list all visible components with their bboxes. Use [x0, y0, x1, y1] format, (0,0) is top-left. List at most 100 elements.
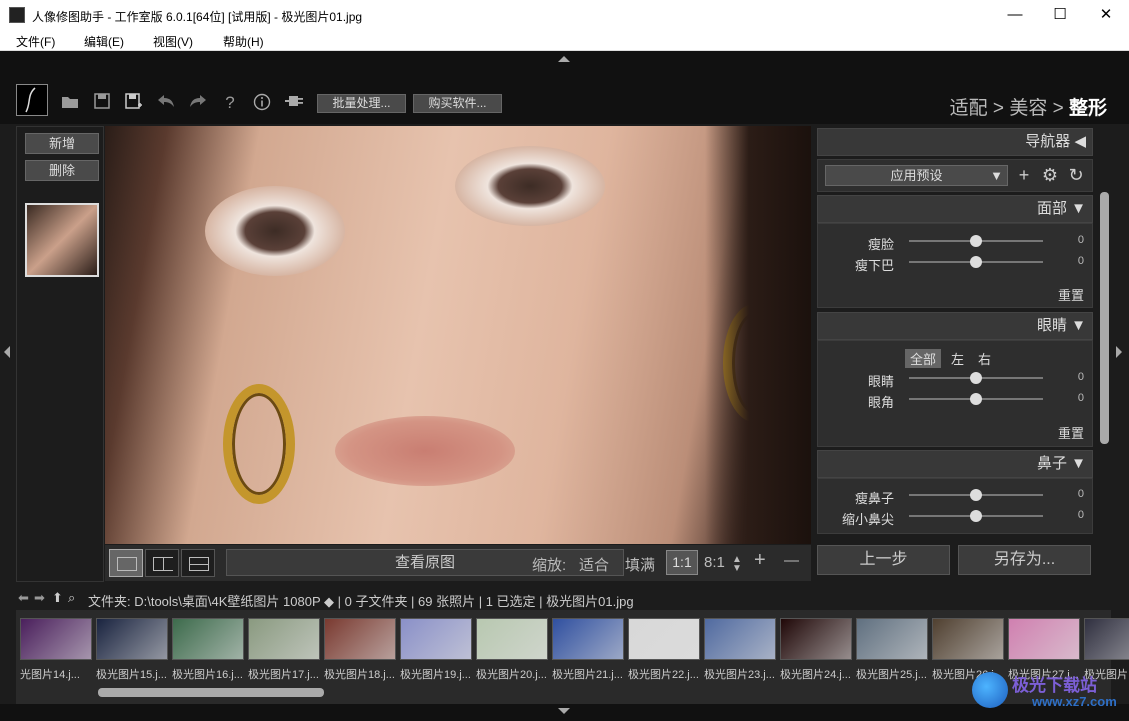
save-as-icon[interactable] [124, 93, 144, 113]
filmstrip-thumbnail[interactable] [704, 618, 776, 660]
zoom-stepper-icon[interactable]: ▲ ▼ [732, 555, 742, 574]
eyes-section-header[interactable]: 眼睛 ▼ [817, 312, 1093, 340]
slider-nose-tip[interactable] [909, 510, 1043, 522]
zoom-in-button[interactable]: + [754, 549, 766, 572]
info-icon[interactable] [252, 93, 272, 113]
filmstrip-thumbnail[interactable] [476, 618, 548, 660]
slider-knob[interactable] [970, 372, 982, 384]
filmstrip-item[interactable]: 极光图片17.j... [248, 618, 320, 684]
slider-knob[interactable] [970, 235, 982, 247]
minimize-button[interactable]: — [992, 0, 1038, 30]
top-collapse-strip[interactable] [0, 51, 1129, 69]
menu-file[interactable]: 文件(F) [16, 33, 55, 50]
zoom-fit-button[interactable]: 适合 [579, 554, 609, 575]
step-reshape[interactable]: 整形 [1069, 98, 1107, 119]
delete-button[interactable]: 删除 [25, 160, 99, 181]
step-fit[interactable]: 适配 [950, 98, 988, 119]
collapse-down-icon[interactable] [558, 708, 570, 714]
zoom-8-1-button[interactable]: 8:1 [704, 554, 725, 571]
photo-canvas[interactable] [105, 126, 811, 544]
filmstrip-thumbnail[interactable] [324, 618, 396, 660]
save-icon[interactable] [92, 93, 112, 113]
plugin-icon[interactable] [284, 93, 304, 113]
preset-dropdown[interactable]: 应用预设 ▼ [825, 165, 1008, 186]
filmstrip-thumbnail[interactable] [1008, 618, 1080, 660]
slider-eyes[interactable] [909, 372, 1043, 384]
back-icon[interactable]: ⬅ [18, 590, 29, 606]
redo-icon[interactable] [188, 93, 208, 113]
step-beauty[interactable]: 美容 [1009, 98, 1047, 119]
help-icon[interactable]: ? [220, 93, 240, 113]
panel-scrollbar[interactable] [1100, 192, 1109, 444]
bottom-collapse-strip[interactable] [0, 704, 1129, 721]
menu-view[interactable]: 视图(V) [153, 33, 193, 50]
refresh-icon[interactable]: ↻ [1066, 165, 1086, 185]
view-split-vertical-button[interactable] [145, 549, 179, 577]
eyes-reset-button[interactable]: 重置 [1058, 423, 1084, 442]
slider-knob[interactable] [970, 393, 982, 405]
buy-software-button[interactable]: 购买软件... [413, 94, 502, 113]
filmstrip-thumbnail[interactable] [780, 618, 852, 660]
filmstrip-thumbnail[interactable] [248, 618, 320, 660]
previous-step-button[interactable]: 上一步 [817, 545, 950, 575]
face-section-header[interactable]: 面部 ▼ [817, 195, 1093, 223]
collapse-up-icon[interactable] [558, 56, 570, 62]
filmstrip-item[interactable]: 光图片14.j... [20, 618, 92, 684]
filmstrip-thumbnail[interactable] [400, 618, 472, 660]
filmstrip-scrollbar[interactable] [98, 688, 324, 697]
slider-eye-corner[interactable] [909, 393, 1043, 405]
filmstrip-thumbnail[interactable] [856, 618, 928, 660]
close-button[interactable]: ✕ [1083, 0, 1129, 30]
filmstrip-thumbnail[interactable] [932, 618, 1004, 660]
slider-thin-nose[interactable] [909, 489, 1043, 501]
view-single-button[interactable] [109, 549, 143, 577]
filmstrip-thumbnail[interactable] [1084, 618, 1129, 660]
slider-thin-chin[interactable] [909, 256, 1043, 268]
eyes-left-tab[interactable]: 左 [951, 349, 964, 368]
filmstrip-item[interactable]: 极光图片23.j... [704, 618, 776, 684]
filmstrip-thumbnail[interactable] [552, 618, 624, 660]
menu-help[interactable]: 帮助(H) [223, 33, 264, 50]
filmstrip-item[interactable]: 极光图片16.j... [172, 618, 244, 684]
filmstrip-item[interactable]: 极光图片25.j... [856, 618, 928, 684]
zoom-1-1-button[interactable]: 1:1 [666, 550, 698, 575]
zoom-fill-button[interactable]: 填满 [625, 554, 655, 575]
filmstrip-item[interactable]: 极光图片20.j... [476, 618, 548, 684]
up-folder-icon[interactable]: ⬆ [52, 590, 63, 606]
filmstrip-thumbnail[interactable] [628, 618, 700, 660]
save-as-button[interactable]: 另存为... [958, 545, 1091, 575]
add-preset-icon[interactable]: + [1014, 165, 1034, 185]
zoom-out-button[interactable]: — [784, 552, 799, 569]
navigator-header[interactable]: 导航器 ◀ [817, 128, 1093, 156]
view-split-horizontal-button[interactable] [181, 549, 215, 577]
filmstrip-item[interactable]: 极光图片15.j... [96, 618, 168, 684]
filmstrip-item[interactable]: 极光图片24.j... [780, 618, 852, 684]
slider-knob[interactable] [970, 510, 982, 522]
forward-icon[interactable]: ➡ [34, 590, 45, 606]
gear-icon[interactable]: ⚙ [1040, 165, 1060, 185]
search-icon[interactable]: ⌕ [68, 590, 75, 606]
right-collapse-icon[interactable] [1116, 346, 1122, 358]
filmstrip-item[interactable]: 极光图片18.j... [324, 618, 396, 684]
undo-icon[interactable] [156, 93, 176, 113]
filmstrip-thumbnail[interactable] [20, 618, 92, 660]
filmstrip-item[interactable]: 极光图片22.j... [628, 618, 700, 684]
left-collapse-icon[interactable] [4, 346, 10, 358]
menu-edit[interactable]: 编辑(E) [84, 33, 124, 50]
filmstrip-thumbnail[interactable] [172, 618, 244, 660]
selected-thumbnail[interactable] [25, 203, 99, 277]
filmstrip-item[interactable]: 极光图片21.j... [552, 618, 624, 684]
face-reset-button[interactable]: 重置 [1058, 285, 1084, 304]
slider-thin-face[interactable] [909, 235, 1043, 247]
eyes-all-tab[interactable]: 全部 [905, 349, 942, 368]
open-folder-icon[interactable] [60, 93, 80, 113]
batch-process-button[interactable]: 批量处理... [317, 94, 406, 113]
maximize-button[interactable]: ☐ [1037, 0, 1083, 30]
filmstrip-thumbnail[interactable] [96, 618, 168, 660]
slider-knob[interactable] [970, 489, 982, 501]
eyes-right-tab[interactable]: 右 [978, 349, 991, 368]
slider-knob[interactable] [970, 256, 982, 268]
nose-section-header[interactable]: 鼻子 ▼ [817, 450, 1093, 478]
filmstrip-item[interactable]: 极光图片19.j... [400, 618, 472, 684]
add-button[interactable]: 新增 [25, 133, 99, 154]
